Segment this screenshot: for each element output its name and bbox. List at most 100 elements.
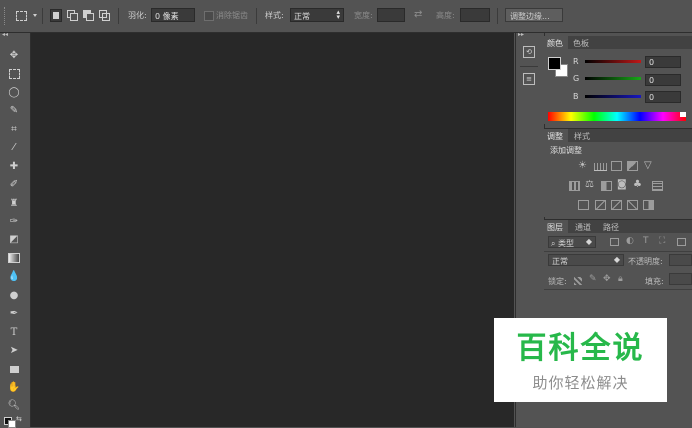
properties-panel-icon[interactable]: ≡ [523,73,535,85]
posterize-icon[interactable] [595,200,606,210]
blur-tool-icon[interactable]: 💧 [6,269,22,283]
path-selection-tool-icon[interactable]: ➤ [6,343,22,357]
style-select[interactable]: 正常 ▴ ▾ [290,8,344,22]
vibrance-icon[interactable]: ▽ [644,160,652,171]
exposure-icon[interactable] [627,161,638,171]
width-label: 宽度: [354,11,373,20]
tab-color[interactable]: 颜色 [544,36,568,49]
document-canvas-area[interactable] [31,33,514,427]
height-label: 高度: [436,11,455,20]
channel-g-label: G [573,74,580,83]
history-brush-tool-icon[interactable]: ✑ [6,214,22,228]
hue-saturation-icon[interactable] [569,181,580,191]
collapse-dock-icon[interactable]: ▸▸ [518,31,524,38]
gradient-tool-icon[interactable] [6,251,22,265]
width-input[interactable] [377,8,405,22]
green-slider[interactable] [585,77,641,80]
type-tool-icon[interactable]: T [6,325,22,339]
marquee-preset-icon[interactable] [14,9,37,22]
refine-edge-button[interactable]: 调整边缘... [505,8,563,22]
tab-layers[interactable]: 图层 [544,220,568,233]
curves-icon[interactable] [611,161,622,171]
feather-input[interactable]: 0 像素 [151,8,195,22]
brush-tool-icon[interactable]: ✐ [6,177,22,191]
invert-icon[interactable] [578,200,589,210]
gradient-map-icon[interactable] [627,200,638,210]
crop-tool-icon[interactable]: ⌗ [6,122,22,136]
history-panel-icon[interactable]: ⟲ [523,46,535,58]
spot-healing-tool-icon[interactable]: ✚ [6,159,22,173]
foreground-background-swatch-icon[interactable]: ⇆ [4,415,22,428]
rectangle-tool-icon[interactable] [6,362,22,376]
collapse-toolbar-icon[interactable]: ◂◂ [2,31,8,38]
lasso-tool-icon[interactable]: ◯ [6,85,22,99]
photo-filter-icon[interactable]: ◙ [617,179,627,190]
zoom-tool-icon[interactable]: 🔍︎ [6,398,22,412]
move-tool-icon[interactable]: ✥ [6,48,22,62]
blue-value-field[interactable]: 0 [645,91,681,103]
brightness-contrast-icon[interactable]: ☀ [578,160,587,171]
color-panel-tabbar: 颜色 色板 [544,36,692,49]
lock-position-icon[interactable]: ✥ [603,274,611,284]
height-input[interactable] [460,8,490,22]
quick-selection-tool-icon[interactable]: ✎ [6,103,22,117]
tab-swatches[interactable]: 色板 [570,36,594,49]
layer-filter-label: 类型 [558,239,575,248]
subtract-from-selection-icon[interactable] [82,9,94,22]
spectrum-ramp[interactable] [548,112,686,121]
rectangular-marquee-tool-icon[interactable] [6,67,22,81]
opacity-input[interactable] [669,254,692,266]
eraser-tool-icon[interactable]: ◩ [6,232,22,246]
hand-tool-icon[interactable]: ✋ [6,380,22,394]
fill-label: 填充: [645,277,664,286]
new-selection-icon[interactable] [50,9,62,22]
filter-shape-icon[interactable]: ⛶ [659,236,665,246]
levels-icon[interactable] [594,163,607,171]
red-slider[interactable] [585,60,641,63]
lock-transparency-icon[interactable] [574,277,582,285]
tab-paths[interactable]: 路径 [600,220,624,233]
channel-mixer-icon[interactable]: ♣ [633,179,642,190]
dodge-tool-icon[interactable]: ● [6,288,22,302]
grip-icon [4,7,7,25]
intersect-selection-icon[interactable] [98,9,110,22]
watermark-title: 百科全说 [516,331,645,366]
clone-stamp-tool-icon[interactable]: ♜ [6,196,22,210]
channel-r-label: R [573,57,579,66]
tab-adjustments[interactable]: 调整 [544,129,568,142]
filter-pixel-icon[interactable] [610,238,619,246]
selective-color-icon[interactable] [643,200,654,210]
layer-filter-select[interactable]: ⌕ 类型 ◆ [548,236,596,248]
swap-icon[interactable]: ⇄ [414,9,422,20]
filter-smart-object-icon[interactable] [677,238,686,246]
fill-input[interactable] [669,273,692,285]
lock-pixels-icon[interactable]: ✎ [589,274,597,284]
tools-panel: ◂◂ ✥ ◯ ✎ ⌗ ⁄ ✚ ✐ ♜ ✑ ◩ 💧 ● ✒ T ➤ ✋ 🔍︎ ⇆ [0,31,31,428]
foreground-color-swatch[interactable] [548,57,561,70]
blend-mode-select[interactable]: 正常 ◆ [548,254,624,266]
blend-mode-value: 正常 [552,257,568,266]
filter-type-icon[interactable]: T [643,236,649,246]
style-select-value: 正常 [294,12,310,21]
lock-all-icon[interactable]: 🔒︎ [618,274,623,284]
spectrum-white-swatch[interactable] [680,112,686,117]
filter-arrows-icon: ◆ [585,237,592,246]
lock-label: 锁定: [548,277,567,286]
filter-adjustment-icon[interactable]: ◐ [626,236,634,246]
channel-b-label: B [573,92,579,101]
blue-slider[interactable] [585,95,641,98]
antialias-checkbox[interactable] [204,11,214,21]
eyedropper-tool-icon[interactable]: ⁄ [6,140,22,154]
select-arrows-icon: ▴ ▾ [336,8,340,21]
black-white-icon[interactable] [601,181,612,191]
red-value-field[interactable]: 0 [645,56,681,68]
green-value-field[interactable]: 0 [645,74,681,86]
pen-tool-icon[interactable]: ✒ [6,306,22,320]
add-to-selection-icon[interactable] [66,9,78,22]
color-lookup-icon[interactable] [652,181,663,191]
blend-arrows-icon: ◆ [613,255,620,264]
tab-styles[interactable]: 样式 [571,129,595,142]
color-balance-icon[interactable]: ⚖ [585,179,594,190]
tab-channels[interactable]: 通道 [572,220,596,233]
threshold-icon[interactable] [611,200,622,210]
